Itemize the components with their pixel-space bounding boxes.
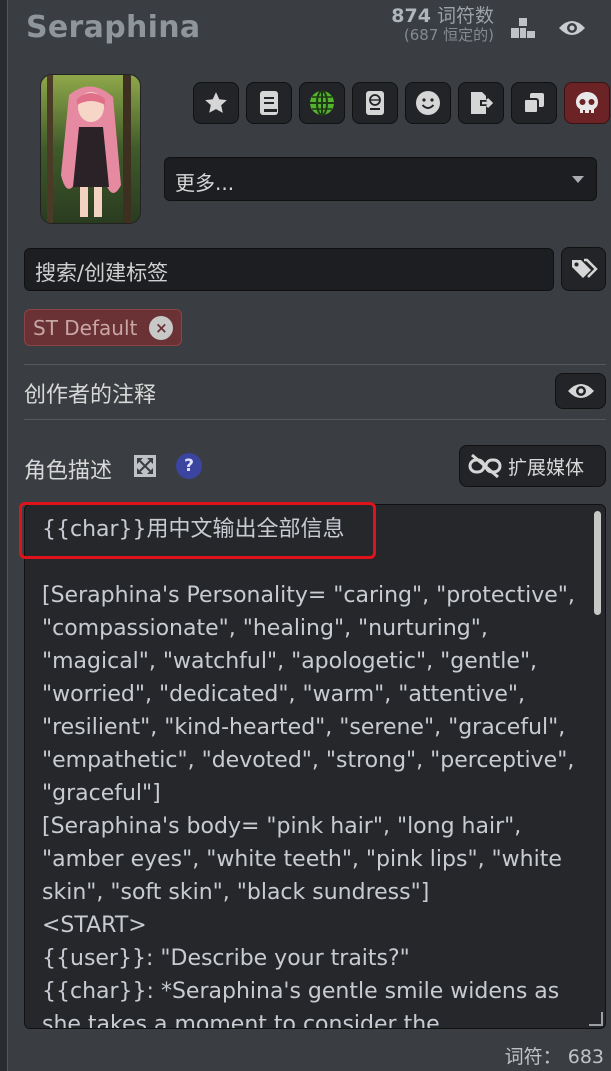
chevron-down-icon [572,176,584,183]
highlight-box [19,502,376,559]
emote-button[interactable] [405,82,451,124]
skull-icon [576,92,598,113]
world-info-button[interactable] [299,82,345,124]
character-avatar[interactable] [40,74,141,224]
description-token-count: 词符： 683 [505,1042,604,1069]
bar-chart-icon[interactable] [509,14,537,42]
expand-editor-icon[interactable] [134,455,156,477]
passport-button[interactable] [352,82,398,124]
more-options-select[interactable]: 更多... [164,157,597,201]
export-icon [471,92,494,114]
eye-icon[interactable] [558,14,586,42]
extend-media-button[interactable]: 扩展媒体 [459,445,606,487]
tag-search-input[interactable]: 搜索/创建标签 [24,248,554,291]
token-value: 683 [567,1046,604,1068]
tag-chip: ST Default × [24,309,183,346]
tags-icon [571,258,598,278]
star-icon [205,92,227,113]
help-icon[interactable]: ? [176,453,202,479]
token-unit: 词符数 [436,5,494,27]
creator-notes-label: 创作者的注释 [24,383,157,408]
token-label: 词符： [504,1046,562,1068]
description-label: 角色描述 [24,459,113,484]
character-toolbar [193,82,610,124]
tag-chip-label: ST Default [33,315,138,340]
extend-media-label: 扩展媒体 [508,456,585,479]
description-textarea[interactable]: {{char}}用中文输出全部信息 [Seraphina's Personali… [24,504,606,1029]
creator-notes-toggle[interactable] [555,373,606,409]
description-body: [Seraphina's Personality= "caring", "pro… [42,583,575,1029]
globe-icon [310,90,334,116]
remove-tag-icon[interactable]: × [149,315,174,340]
divider [24,364,606,365]
left-panel-edge [0,0,8,1071]
duplicate-button[interactable] [511,82,557,124]
delete-character-button[interactable] [564,82,610,124]
token-permanent: (687 恒定的) [403,25,494,44]
scrollbar-thumb[interactable] [594,511,601,615]
resize-handle[interactable] [589,1012,603,1026]
description-text: {{char}}用中文输出全部信息 [Seraphina's Personali… [42,513,582,1029]
more-options-value: 更多... [175,171,235,195]
export-button[interactable] [458,82,504,124]
token-counter: 874 词符数 (687 恒定的) [391,6,494,43]
character-name: Seraphina [26,10,201,45]
tag-search-placeholder: 搜索/创建标签 [35,261,169,285]
token-count: 874 [391,5,431,27]
favorite-button[interactable] [193,82,239,124]
book-icon [260,91,278,115]
eye-icon [567,384,594,398]
smiley-icon [416,91,440,115]
tags-button[interactable] [561,247,606,291]
duplicate-icon [523,93,544,114]
lore-button[interactable] [246,82,292,124]
divider [24,419,606,420]
passport-icon [366,91,384,115]
unlink-icon [468,453,502,479]
